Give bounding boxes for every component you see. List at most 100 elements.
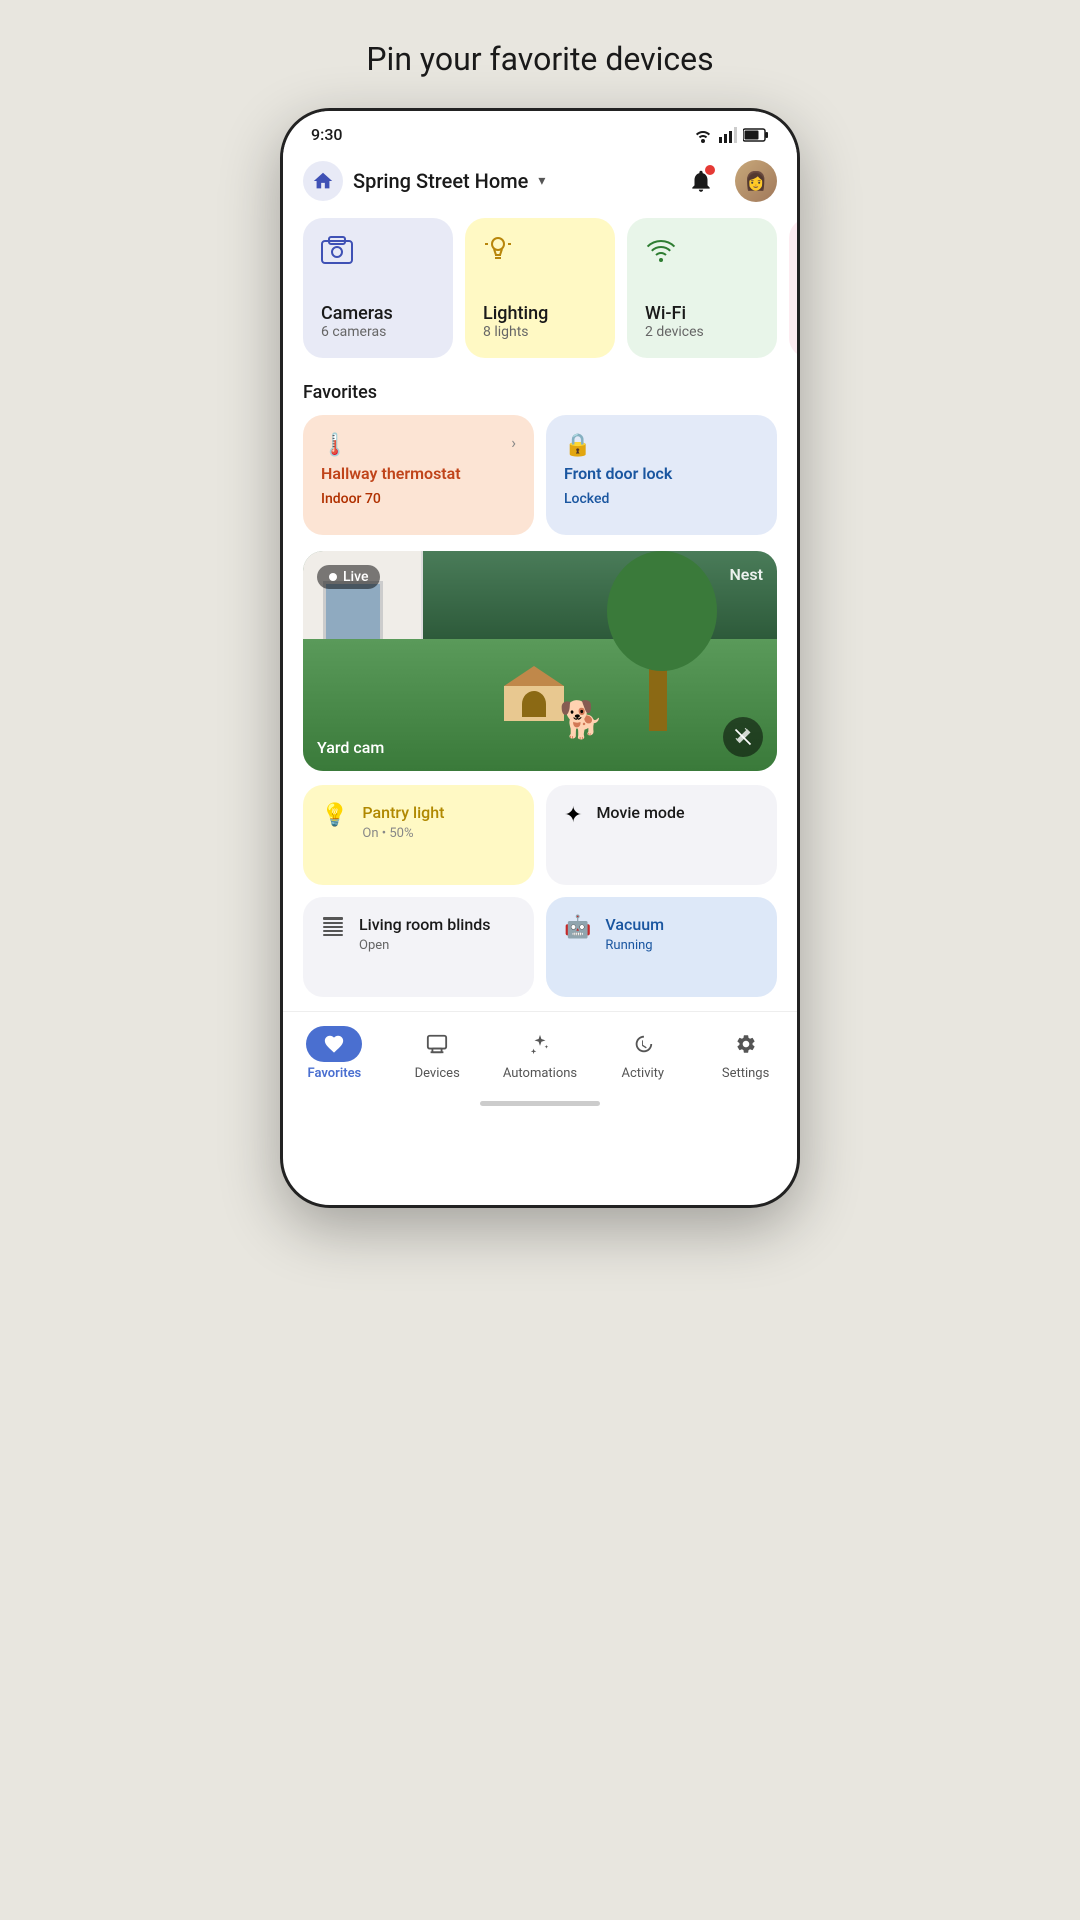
thermometer-icon: 🌡️ bbox=[321, 433, 348, 458]
blinds-info: Living room blinds Open bbox=[359, 915, 491, 953]
devices-icon bbox=[426, 1033, 448, 1055]
pantry-info: Pantry light On • 50% bbox=[362, 803, 444, 841]
status-bar: 9:30 bbox=[283, 111, 797, 152]
nav-item-devices[interactable]: Devices bbox=[386, 1026, 489, 1081]
camera-brand-badge: Nest bbox=[729, 565, 763, 584]
wifi-status-icon bbox=[693, 127, 713, 143]
vacuum-name: Vacuum bbox=[605, 915, 664, 934]
home-icon bbox=[312, 170, 334, 192]
thermostat-status: Indoor 70 bbox=[321, 491, 516, 507]
camera-live-badge: Live bbox=[317, 565, 380, 589]
doghouse-door bbox=[522, 691, 546, 717]
doghouse-body bbox=[504, 686, 564, 721]
pantry-status: On • 50% bbox=[362, 826, 444, 841]
avatar[interactable]: 👩 bbox=[735, 160, 777, 202]
vacuum-info: Vacuum Running bbox=[605, 915, 664, 953]
bottom-row-1: 💡 Pantry light On • 50% ✦ Movie mode bbox=[303, 785, 777, 885]
favorite-blinds[interactable]: Living room blinds Open bbox=[303, 897, 534, 997]
live-dot bbox=[329, 573, 337, 581]
home-indicator bbox=[480, 1101, 600, 1106]
lighting-count: 8 lights bbox=[483, 324, 597, 340]
home-icon-bg bbox=[303, 161, 343, 201]
wifi-icon bbox=[645, 236, 759, 264]
nav-item-automations[interactable]: Automations bbox=[489, 1026, 592, 1081]
page-title: Pin your favorite devices bbox=[366, 40, 713, 78]
heart-icon bbox=[323, 1033, 345, 1055]
category-card-extra[interactable]: 🔒 Locks 2 locks bbox=[789, 218, 797, 358]
movie-name: Movie mode bbox=[596, 803, 684, 822]
chevron-down-icon: ▾ bbox=[538, 173, 545, 189]
nav-item-settings[interactable]: Settings bbox=[694, 1026, 797, 1081]
devices-nav-label: Devices bbox=[415, 1066, 460, 1081]
blinds-status: Open bbox=[359, 938, 491, 953]
door-lock-status: Locked bbox=[564, 491, 759, 507]
devices-nav-icon-wrap bbox=[409, 1026, 465, 1062]
cameras-label: Cameras bbox=[321, 303, 435, 324]
scene-dog: 🐕 bbox=[559, 699, 604, 741]
home-selector[interactable]: Spring Street Home ▾ bbox=[303, 161, 545, 201]
app-header: Spring Street Home ▾ 👩 bbox=[283, 152, 797, 218]
screen-off-button[interactable] bbox=[723, 717, 763, 757]
home-name: Spring Street Home bbox=[353, 169, 528, 193]
status-icons bbox=[693, 127, 769, 143]
vacuum-status: Running bbox=[605, 938, 664, 953]
gear-icon bbox=[735, 1033, 757, 1055]
bottom-cards: 💡 Pantry light On • 50% ✦ Movie mode bbox=[283, 785, 797, 997]
bottom-row-2: Living room blinds Open 🤖 Vacuum Running bbox=[303, 897, 777, 997]
automations-nav-label: Automations bbox=[503, 1066, 577, 1081]
activity-nav-icon-wrap bbox=[615, 1026, 671, 1062]
favorites-row: 🌡️ › Hallway thermostat Indoor 70 🔒 Fron… bbox=[283, 415, 797, 551]
live-label: Live bbox=[343, 569, 368, 585]
history-icon bbox=[632, 1033, 654, 1055]
settings-nav-icon-wrap bbox=[718, 1026, 774, 1062]
lighting-icon bbox=[483, 236, 597, 266]
category-card-wifi[interactable]: Wi-Fi 2 devices bbox=[627, 218, 777, 358]
favorite-movie-mode[interactable]: ✦ Movie mode bbox=[546, 785, 777, 885]
blinds-name: Living room blinds bbox=[359, 915, 491, 934]
lock-icon: 🔒 bbox=[564, 433, 591, 458]
header-actions: 👩 bbox=[681, 160, 777, 202]
fav-chevron-icon: › bbox=[511, 433, 516, 452]
wifi-label: Wi-Fi bbox=[645, 303, 759, 324]
wifi-count: 2 devices bbox=[645, 324, 759, 340]
lighting-label: Lighting bbox=[483, 303, 597, 324]
camera-feed[interactable]: 🐕 Live Nest Yard cam bbox=[303, 551, 777, 771]
nav-item-favorites[interactable]: Favorites bbox=[283, 1026, 386, 1081]
bulb-icon: 💡 bbox=[321, 803, 348, 828]
categories-row: Cameras 6 cameras Lighting 8 lights bbox=[283, 218, 797, 378]
category-card-lighting[interactable]: Lighting 8 lights bbox=[465, 218, 615, 358]
tree-foliage bbox=[607, 551, 717, 671]
notifications-button[interactable] bbox=[681, 161, 721, 201]
cameras-count: 6 cameras bbox=[321, 324, 435, 340]
doghouse bbox=[504, 666, 564, 721]
movie-info: Movie mode bbox=[596, 803, 684, 822]
status-time: 9:30 bbox=[311, 125, 343, 144]
no-screen-icon bbox=[733, 727, 753, 747]
activity-nav-label: Activity bbox=[622, 1066, 665, 1081]
pantry-name: Pantry light bbox=[362, 803, 444, 822]
category-card-cameras[interactable]: Cameras 6 cameras bbox=[303, 218, 453, 358]
automations-nav-icon-wrap bbox=[512, 1026, 568, 1062]
door-lock-name: Front door lock bbox=[564, 464, 759, 485]
signal-status-icon bbox=[719, 127, 737, 143]
battery-status-icon bbox=[743, 128, 769, 142]
favorites-nav-label: Favorites bbox=[308, 1066, 362, 1081]
phone-frame: 9:30 bbox=[280, 108, 800, 1208]
favorite-pantry-light[interactable]: 💡 Pantry light On • 50% bbox=[303, 785, 534, 885]
favorite-door-lock[interactable]: 🔒 Front door lock Locked bbox=[546, 415, 777, 535]
nav-item-activity[interactable]: Activity bbox=[591, 1026, 694, 1081]
thermostat-name: Hallway thermostat bbox=[321, 464, 516, 485]
settings-nav-label: Settings bbox=[722, 1066, 769, 1081]
favorite-vacuum[interactable]: 🤖 Vacuum Running bbox=[546, 897, 777, 997]
favorites-section-label: Favorites bbox=[283, 378, 797, 415]
vacuum-icon: 🤖 bbox=[564, 915, 591, 940]
camera-icon bbox=[321, 236, 435, 264]
sparkle-icon: ✦ bbox=[564, 803, 582, 828]
doghouse-roof bbox=[504, 666, 564, 686]
blinds-icon bbox=[321, 915, 345, 939]
favorites-nav-icon-wrap bbox=[306, 1026, 362, 1062]
sparkles-icon bbox=[529, 1033, 551, 1055]
camera-name: Yard cam bbox=[317, 738, 384, 757]
notification-dot bbox=[705, 165, 715, 175]
favorite-thermostat[interactable]: 🌡️ › Hallway thermostat Indoor 70 bbox=[303, 415, 534, 535]
